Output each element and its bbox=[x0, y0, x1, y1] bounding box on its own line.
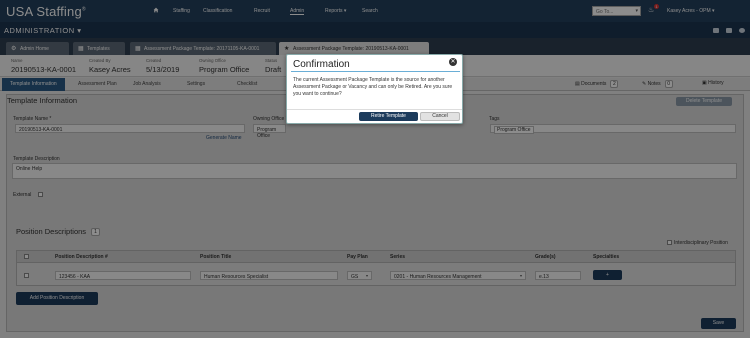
dialog-divider bbox=[291, 71, 460, 72]
retire-template-button[interactable]: Retire Template bbox=[359, 112, 418, 121]
modal-overlay[interactable] bbox=[0, 0, 750, 338]
dialog-footer-divider bbox=[287, 109, 462, 110]
dialog-message: The current Assessment Package Template … bbox=[293, 77, 453, 97]
dialog-title: Confirmation bbox=[293, 59, 350, 70]
cancel-button[interactable]: Cancel bbox=[420, 112, 460, 121]
close-icon[interactable]: ✕ bbox=[449, 58, 457, 66]
confirmation-dialog: Confirmation ✕ The current Assessment Pa… bbox=[286, 54, 463, 124]
